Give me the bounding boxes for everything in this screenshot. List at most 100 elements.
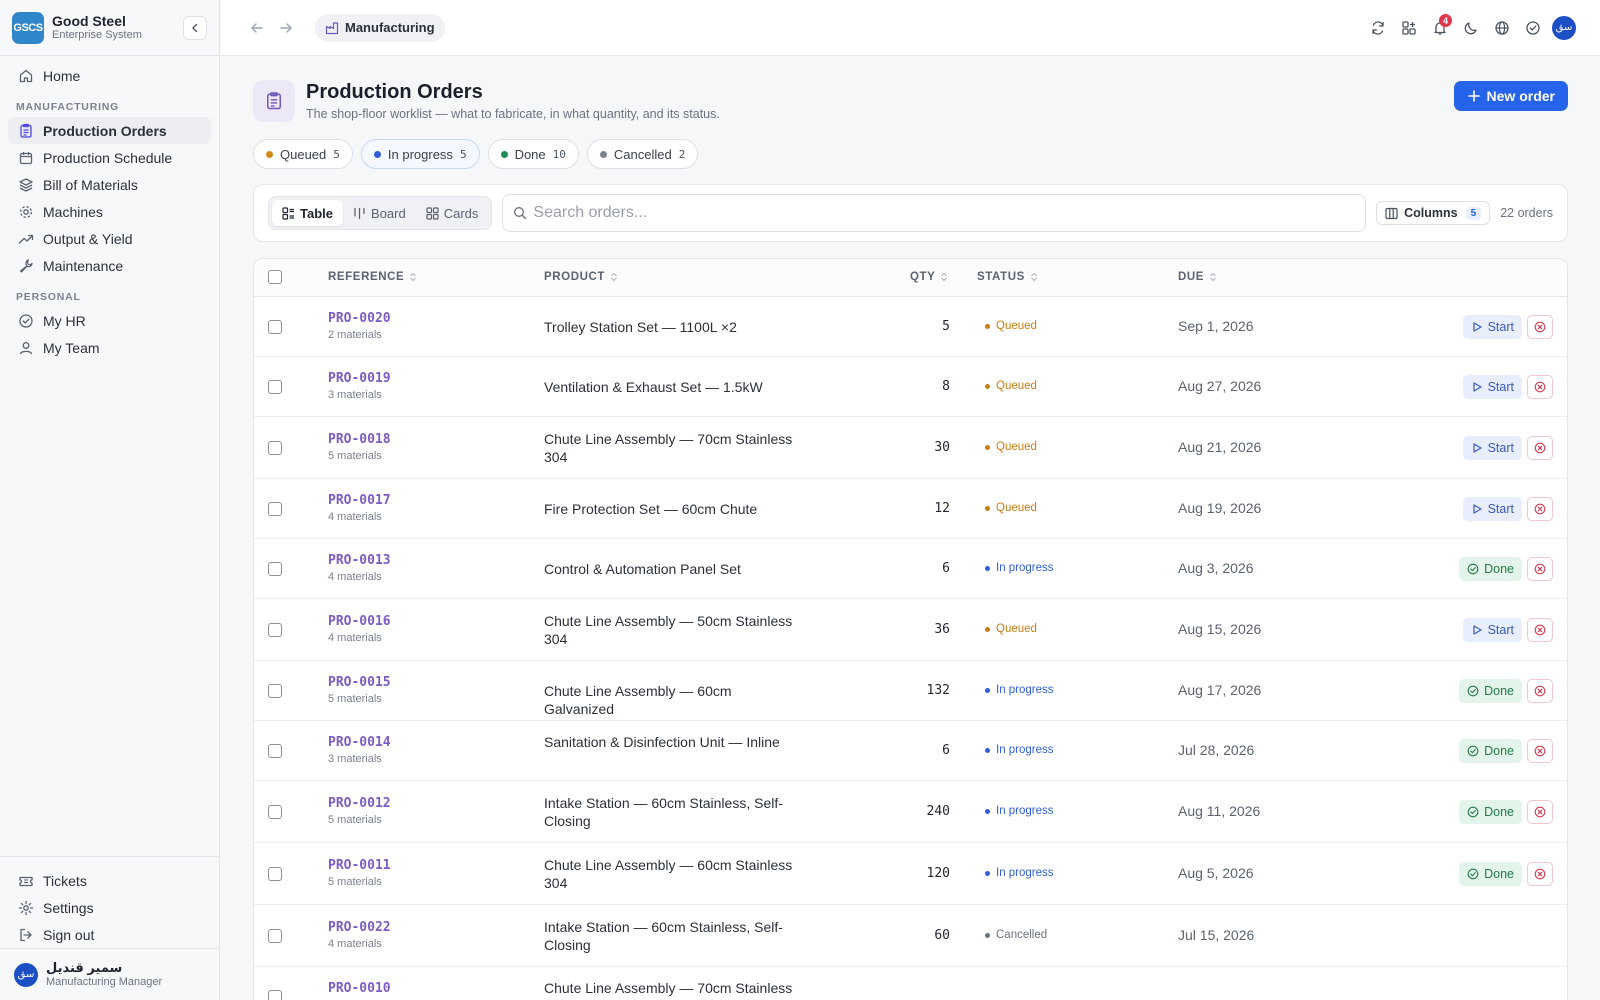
view-cards-button[interactable]: Cards — [416, 200, 489, 226]
back-button[interactable] — [245, 16, 269, 40]
sidebar-item-tickets[interactable]: Tickets — [8, 867, 211, 894]
cancel-order-button[interactable] — [1527, 436, 1553, 460]
cancel-order-button[interactable] — [1527, 862, 1553, 886]
filter-chip-in-progress[interactable]: In progress 5 — [360, 139, 480, 169]
row-checkbox[interactable] — [268, 441, 282, 455]
row-checkbox[interactable] — [268, 380, 282, 394]
order-reference-link[interactable]: PRO-0017 — [328, 493, 391, 508]
view-board-button[interactable]: Board — [343, 200, 416, 226]
order-reference-link[interactable]: PRO-0016 — [328, 614, 391, 629]
cancel-order-button[interactable] — [1527, 679, 1553, 703]
table-row[interactable]: PRO-0014 3 materials Sanitation & Disinfec… — [254, 721, 1567, 781]
order-reference-link[interactable]: PRO-0014 — [328, 735, 391, 750]
sidebar-item-bill-of-materials[interactable]: Bill of Materials — [8, 171, 211, 198]
theme-toggle-button[interactable] — [1455, 12, 1486, 43]
avatar[interactable]: سق — [1552, 15, 1576, 40]
sidebar-item-sign-out[interactable]: Sign out — [8, 921, 211, 948]
sidebar-item-my-hr[interactable]: My HR — [8, 307, 211, 334]
filter-chip-done[interactable]: Done 10 — [487, 139, 579, 169]
order-reference-link[interactable]: PRO-0011 — [328, 858, 391, 873]
table-row[interactable]: PRO-0016 4 materials Chute Line Assembly —… — [254, 599, 1567, 661]
tasks-button[interactable] — [1517, 12, 1548, 43]
new-order-button[interactable]: New order — [1453, 81, 1568, 111]
row-checkbox[interactable] — [268, 744, 282, 758]
row-checkbox[interactable] — [268, 684, 282, 698]
table-row[interactable]: PRO-0015 5 materials Chute Line Assembly —… — [254, 661, 1567, 721]
table-row[interactable]: PRO-00105 materials Chute Line Assembly —… — [254, 967, 1567, 1000]
order-reference-link[interactable]: PRO-0015 — [328, 675, 391, 690]
table-row[interactable]: PRO-0022 4 materials Intake Station — 60cm… — [254, 905, 1567, 967]
done-button[interactable]: Done — [1459, 862, 1522, 886]
done-button[interactable]: Done — [1459, 739, 1522, 763]
column-header-qty[interactable]: QTY — [910, 271, 948, 283]
sidebar-item-maintenance[interactable]: Maintenance — [8, 252, 211, 279]
table-row[interactable]: PRO-0011 5 materials Chute Line Assembly —… — [254, 843, 1567, 905]
order-reference-link[interactable]: PRO-0019 — [328, 371, 391, 386]
sign-out-icon — [18, 927, 34, 943]
done-button[interactable]: Done — [1459, 557, 1522, 581]
select-all-checkbox[interactable] — [268, 270, 282, 284]
order-reference-link[interactable]: PRO-0012 — [328, 796, 391, 811]
filter-chip-cancelled[interactable]: Cancelled 2 — [586, 139, 699, 169]
order-reference-link[interactable]: PRO-0010 — [328, 981, 391, 996]
view-table-button[interactable]: Table — [272, 200, 343, 226]
row-checkbox[interactable] — [268, 929, 282, 943]
start-button[interactable]: Start — [1462, 375, 1522, 399]
status-badge: Queued — [985, 320, 1037, 332]
user-profile[interactable]: سق سمير قنديل Manufacturing Manager — [0, 948, 219, 1000]
sidebar-item-production-orders[interactable]: Production Orders — [8, 117, 211, 144]
table-row[interactable]: PRO-0013 4 materials Control & Automation … — [254, 539, 1567, 599]
column-header-status[interactable]: STATUS — [977, 271, 1038, 283]
cancel-order-button[interactable] — [1527, 497, 1553, 521]
row-checkbox[interactable] — [268, 867, 282, 881]
row-checkbox[interactable] — [268, 805, 282, 819]
apps-button[interactable] — [1393, 12, 1424, 43]
cancel-order-button[interactable] — [1527, 739, 1553, 763]
cancel-order-button[interactable] — [1527, 375, 1553, 399]
sidebar-item-my-team[interactable]: My Team — [8, 334, 211, 361]
column-header-reference[interactable]: REFERENCE — [328, 271, 417, 283]
breadcrumb[interactable]: Manufacturing — [315, 13, 445, 42]
done-button[interactable]: Done — [1459, 679, 1522, 703]
sidebar-item-output-yield[interactable]: Output & Yield — [8, 225, 211, 252]
done-button[interactable]: Done — [1459, 800, 1522, 824]
sidebar-item-production-schedule[interactable]: Production Schedule — [8, 144, 211, 171]
forward-button[interactable] — [274, 16, 298, 40]
cancel-order-button[interactable] — [1527, 315, 1553, 339]
row-checkbox[interactable] — [268, 320, 282, 334]
search-input[interactable] — [533, 204, 1356, 222]
order-reference-link[interactable]: PRO-0018 — [328, 432, 391, 447]
materials-count: 2 materials — [328, 329, 382, 341]
sidebar-item-machines[interactable]: Machines — [8, 198, 211, 225]
cancel-order-button[interactable] — [1527, 800, 1553, 824]
column-header-product[interactable]: PRODUCT — [544, 271, 618, 283]
refresh-button[interactable] — [1362, 12, 1393, 43]
language-button[interactable] — [1486, 12, 1517, 43]
filter-chip-queued[interactable]: Queued 5 — [253, 139, 353, 169]
cancel-order-button[interactable] — [1527, 618, 1553, 642]
table-row[interactable]: PRO-0012 5 materials Intake Station — 60cm… — [254, 781, 1567, 843]
cancel-order-button[interactable] — [1527, 557, 1553, 581]
row-checkbox[interactable] — [268, 623, 282, 637]
table-row[interactable]: PRO-0019 3 materials Ventilation & Exhaust… — [254, 357, 1567, 417]
order-reference-link[interactable]: PRO-0020 — [328, 311, 391, 326]
order-reference-link[interactable]: PRO-0022 — [328, 920, 391, 935]
column-header-due[interactable]: DUE — [1178, 271, 1217, 283]
start-button[interactable]: Start — [1462, 618, 1522, 642]
row-checkbox[interactable] — [268, 502, 282, 516]
columns-button[interactable]: Columns 5 — [1376, 201, 1491, 225]
table-row[interactable]: PRO-0018 5 materials Chute Line Assembly —… — [254, 417, 1567, 479]
start-button[interactable]: Start — [1462, 436, 1522, 460]
sidebar-item-settings[interactable]: Settings — [8, 894, 211, 921]
row-checkbox[interactable] — [268, 990, 282, 1000]
start-button[interactable]: Start — [1462, 497, 1522, 521]
play-icon — [1471, 624, 1483, 636]
start-button[interactable]: Start — [1462, 315, 1522, 339]
order-reference-link[interactable]: PRO-0013 — [328, 553, 391, 568]
table-row[interactable]: PRO-0017 4 materials Fire Protection Set —… — [254, 479, 1567, 539]
notifications-button[interactable]: 4 — [1424, 12, 1455, 43]
collapse-sidebar-button[interactable] — [183, 16, 207, 40]
sidebar-item-home[interactable]: Home — [8, 62, 211, 89]
table-row[interactable]: PRO-0020 2 materials Trolley Station Set —… — [254, 297, 1567, 357]
row-checkbox[interactable] — [268, 562, 282, 576]
